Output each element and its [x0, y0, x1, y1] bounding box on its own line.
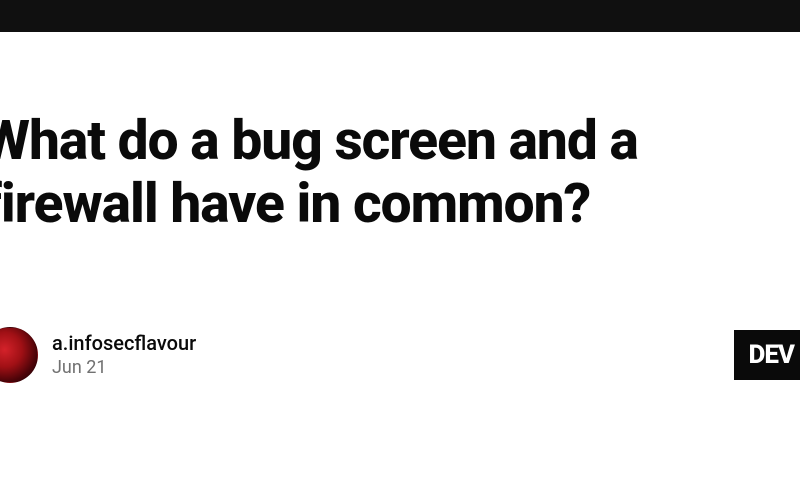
- author-avatar[interactable]: [0, 327, 38, 383]
- author-name[interactable]: a.infosecflavour: [52, 331, 196, 355]
- post-date: Jun 21: [52, 357, 196, 378]
- author-row: a.infosecflavour Jun 21 DEV: [0, 327, 800, 383]
- author-info: a.infosecflavour Jun 21: [52, 331, 196, 378]
- article-content: What do a bug screen and a firewall have…: [0, 110, 800, 383]
- dev-badge[interactable]: DEV: [734, 330, 800, 380]
- article-title: What do a bug screen and a firewall have…: [0, 110, 800, 237]
- author-block[interactable]: a.infosecflavour Jun 21: [0, 327, 196, 383]
- top-header-bar: [0, 0, 800, 32]
